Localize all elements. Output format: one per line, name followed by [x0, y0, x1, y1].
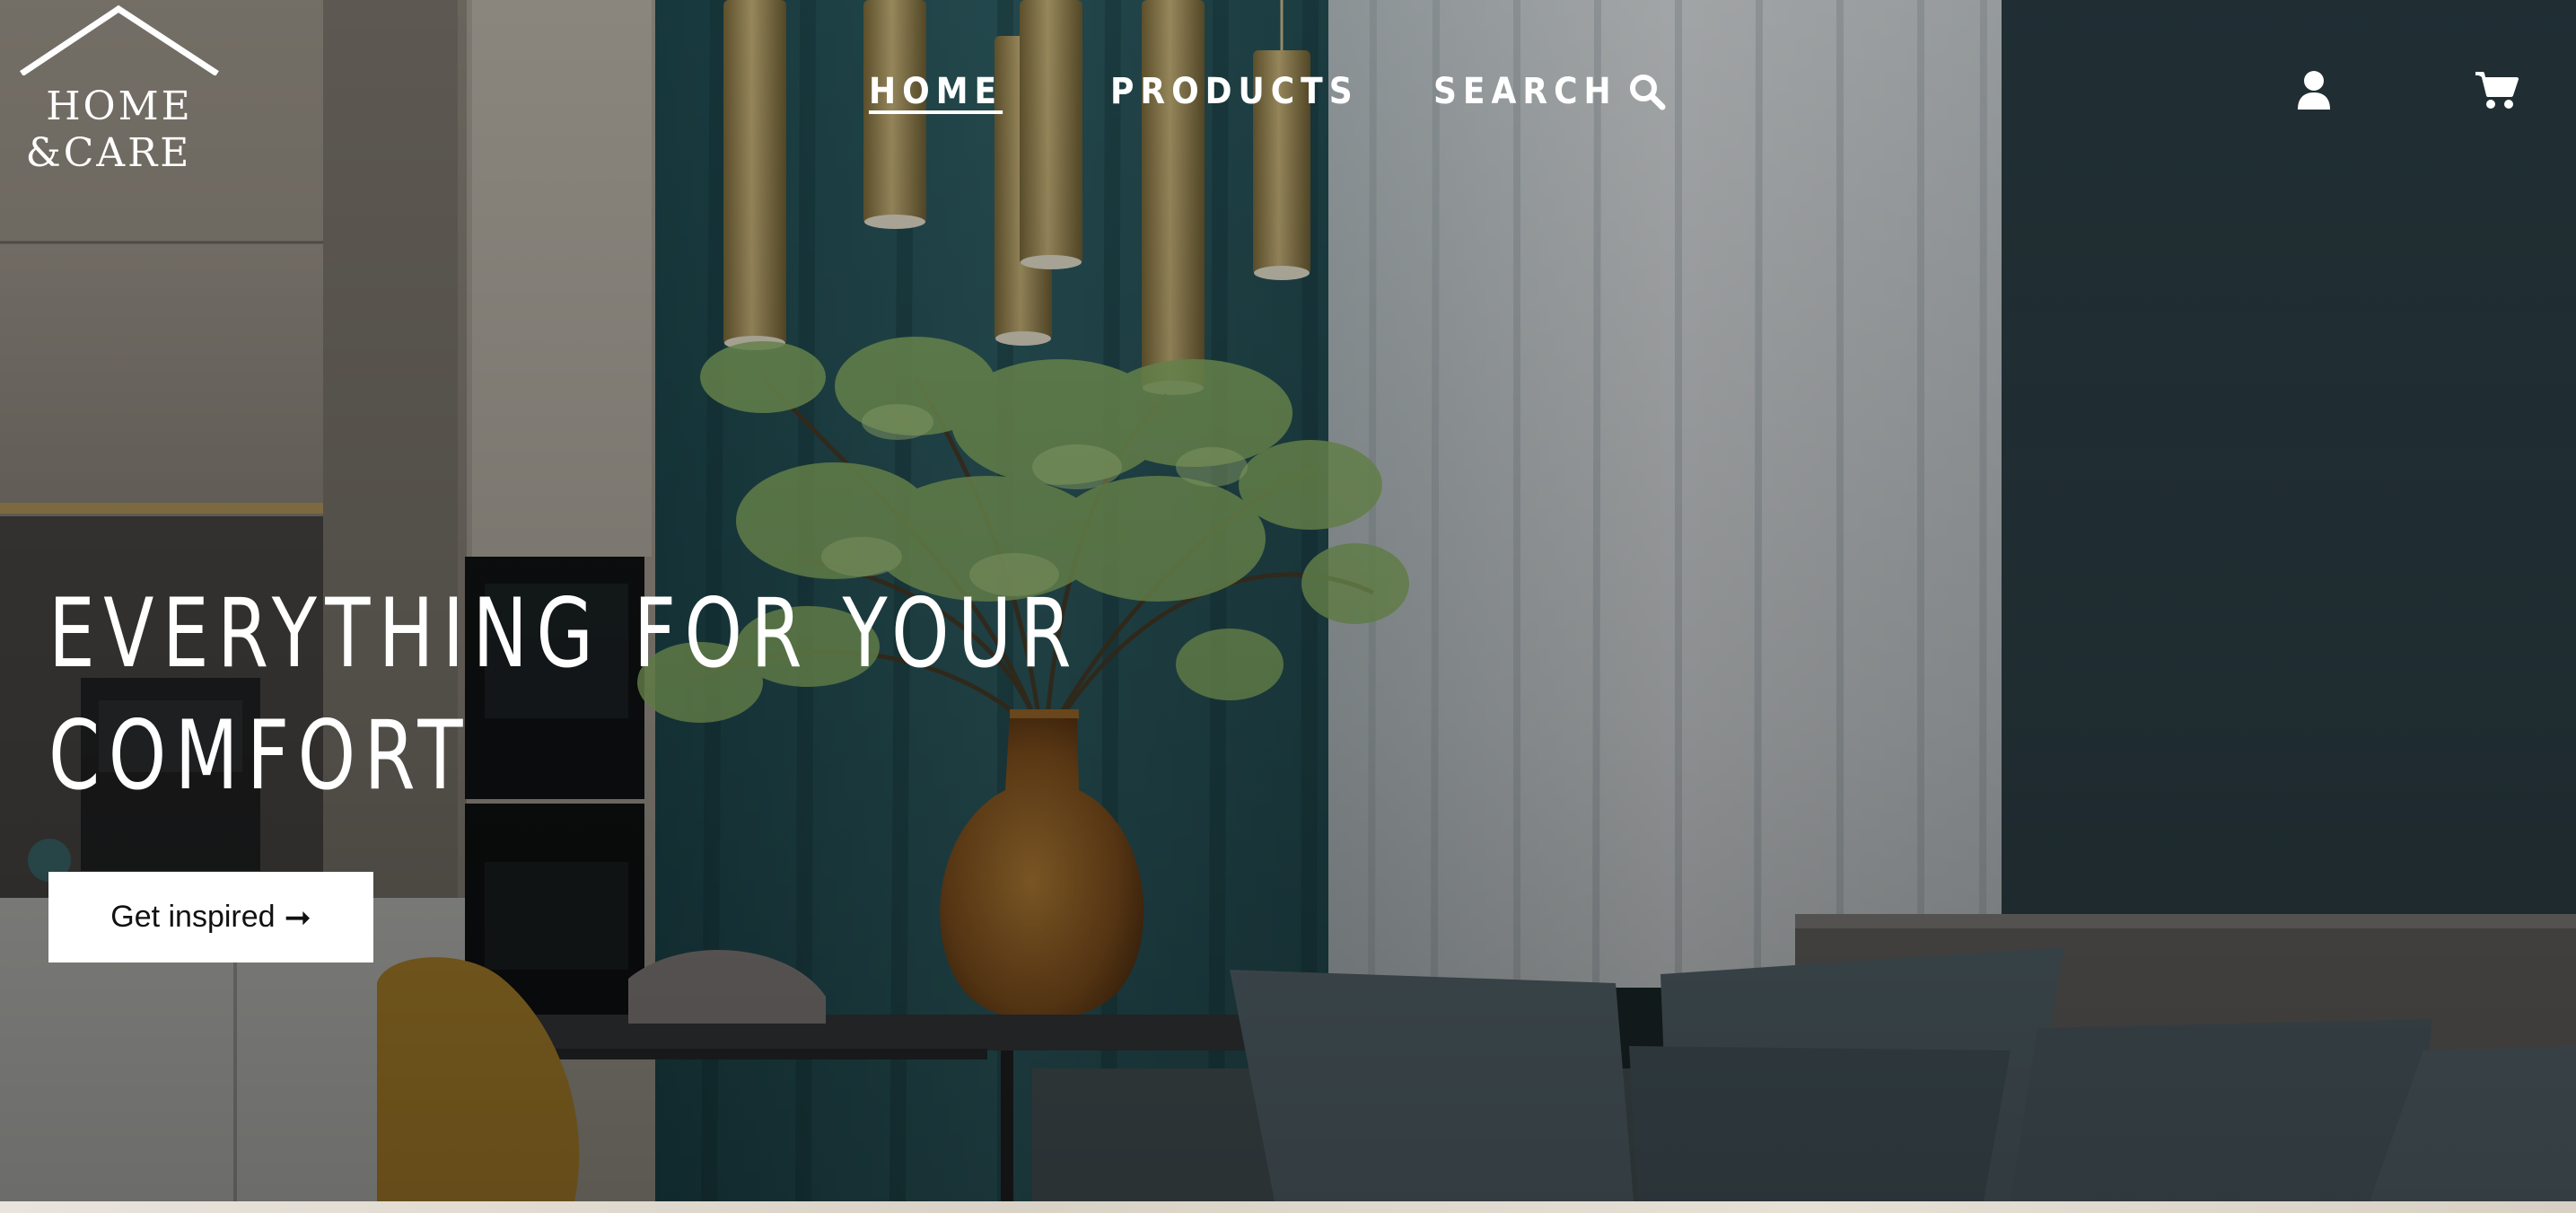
nav-link-home[interactable]: HOME [869, 66, 1003, 117]
account-button[interactable] [2296, 70, 2332, 114]
cta-label: Get inspired [110, 900, 276, 934]
arrow-right-icon: ➞ [284, 898, 311, 936]
nav-link-products[interactable]: PRODUCTS [1110, 66, 1359, 117]
nav-link-search[interactable]: SEARCH [1433, 66, 1666, 117]
user-icon [2298, 71, 2330, 110]
brand-name-line1: HOME [46, 84, 193, 129]
search-icon [1629, 75, 1666, 110]
brand-name-line2: &CARE [25, 130, 192, 176]
cart-button[interactable] [2474, 70, 2519, 114]
house-roof-icon [20, 4, 219, 75]
hero-section: HOME &CARE HOME PRODUCTS SEARCH EVERYTHI… [0, 0, 2576, 1201]
nav-search-label: SEARCH [1433, 71, 1617, 112]
brand-logo[interactable]: HOME &CARE [16, 4, 223, 174]
next-section-edge [0, 1201, 2576, 1213]
hero-headline: EVERYTHING FOR YOUR COMFORT [48, 573, 1080, 817]
get-inspired-button[interactable]: Get inspired ➞ [48, 872, 373, 962]
shopping-cart-icon [2475, 72, 2519, 109]
hero-headline-line2: COMFORT [48, 700, 471, 811]
hero-headline-line1: EVERYTHING FOR YOUR [48, 578, 1080, 689]
